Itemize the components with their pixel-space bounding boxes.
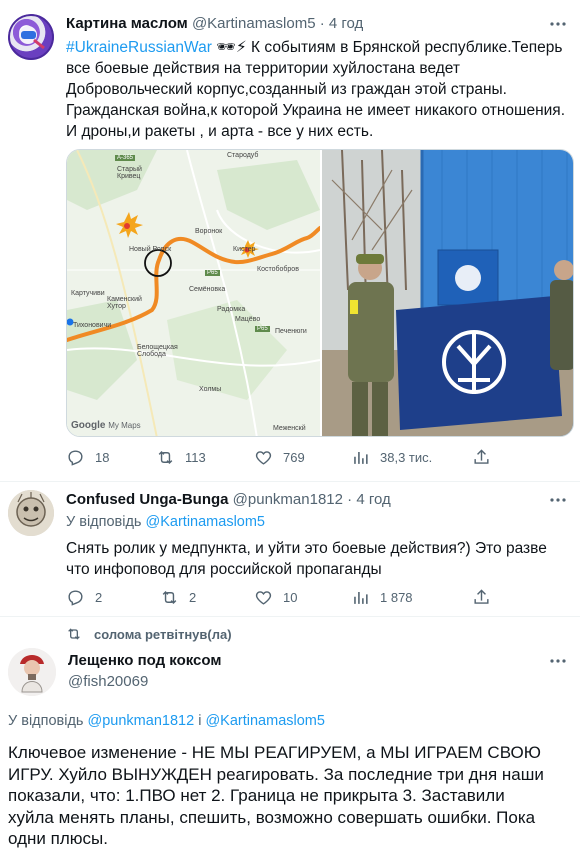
display-name[interactable]: Картина маслом bbox=[66, 15, 188, 32]
timestamp[interactable]: 4 год bbox=[356, 491, 390, 508]
view-count: 38,3 тис. bbox=[380, 450, 433, 465]
road-label: P65 bbox=[255, 326, 270, 332]
reply-count: 18 bbox=[95, 450, 110, 465]
timestamp[interactable]: 4 год bbox=[329, 15, 363, 32]
map-town-label: Стародуб bbox=[227, 152, 259, 159]
tweet-text: #UkraineRussianWar 🕶⚡ К событиям в Брянс… bbox=[66, 37, 571, 142]
tweet-1[interactable]: Картина маслом @Kartinamaslom5 · 4 год #… bbox=[0, 0, 580, 482]
avatar[interactable] bbox=[8, 490, 54, 536]
more-icon[interactable] bbox=[548, 14, 568, 34]
avatar[interactable] bbox=[8, 648, 56, 696]
handle[interactable]: @punkman1812 bbox=[233, 491, 343, 508]
handle[interactable]: @fish20069 bbox=[68, 673, 148, 690]
map-town-label: Радомка bbox=[217, 306, 246, 313]
reply-to-link[interactable]: @Kartinamaslom5 bbox=[205, 713, 324, 729]
heart-icon bbox=[255, 591, 272, 605]
handle[interactable]: @Kartinamaslom5 bbox=[192, 15, 316, 32]
map-image[interactable]: Стародуб Старый Кривец Воронок Новый Роп… bbox=[67, 150, 320, 436]
map-town-label: Меженскй bbox=[273, 425, 306, 432]
map-town-label: Холмы bbox=[199, 386, 222, 393]
media-grid[interactable]: Стародуб Старый Кривец Воронок Новый Роп… bbox=[66, 149, 574, 437]
road-label: A-365 bbox=[115, 155, 136, 161]
views-chart-icon bbox=[354, 591, 368, 604]
like-button[interactable]: 10 bbox=[254, 588, 297, 607]
like-count: 769 bbox=[283, 450, 305, 465]
map-town-label: Кистер bbox=[233, 246, 256, 253]
reply-context: У відповідь @Kartinamaslom5 bbox=[66, 514, 265, 530]
display-name[interactable]: Confused Unga-Bunga bbox=[66, 491, 229, 508]
retweet-note-text[interactable]: солома ретвітнув(ла) bbox=[94, 627, 232, 642]
views-chart-icon bbox=[354, 451, 368, 464]
more-icon[interactable] bbox=[548, 490, 568, 510]
reply-to-link[interactable]: @Kartinamaslom5 bbox=[146, 514, 265, 530]
avatar-art-icon bbox=[8, 648, 56, 696]
map-town-label: Костобобров bbox=[257, 266, 299, 273]
view-count: 1 878 bbox=[380, 590, 413, 605]
retweet-icon bbox=[158, 450, 173, 465]
tweet-3[interactable]: солома ретвітнув(ла) Лещенко под коксом … bbox=[0, 617, 580, 851]
tweet-actions: 18 113 769 38,3 тис. bbox=[66, 448, 566, 470]
tweet-header: Confused Unga-Bunga @punkman1812 · 4 год bbox=[66, 491, 391, 508]
reply-button[interactable]: 2 bbox=[66, 588, 102, 607]
map-town-label: Семёновка bbox=[189, 286, 226, 293]
share-button[interactable] bbox=[472, 588, 501, 607]
tweet-header: Картина маслом @Kartinamaslom5 · 4 год bbox=[66, 15, 364, 32]
hashtag-link[interactable]: #UkraineRussianWar bbox=[66, 39, 212, 56]
reply-to-link[interactable]: @punkman1812 bbox=[88, 713, 195, 729]
tweet-actions: 2 2 10 1 878 bbox=[66, 588, 566, 610]
map-town-label: Старый Кривец bbox=[117, 166, 142, 180]
share-icon bbox=[474, 449, 489, 464]
retweet-icon bbox=[162, 590, 177, 605]
views-button[interactable]: 1 878 bbox=[351, 588, 413, 607]
map-town-label: Печенюги bbox=[275, 328, 307, 335]
tweet-text: Снять ролик у медпункта, и уйти это боев… bbox=[66, 540, 547, 578]
reply-icon bbox=[68, 590, 83, 606]
map-town-label: Каменский Хутор bbox=[107, 296, 142, 310]
like-count: 10 bbox=[283, 590, 298, 605]
avatar[interactable] bbox=[8, 14, 54, 60]
retweet-icon bbox=[68, 628, 80, 640]
map-town-label: Картучиви bbox=[71, 290, 105, 297]
reply-context: У відповідь @punkman1812 і @Kartinamaslo… bbox=[8, 713, 325, 729]
retweet-button[interactable]: 113 bbox=[156, 448, 206, 467]
map-town-label: Мацёво bbox=[235, 316, 261, 323]
share-button[interactable] bbox=[472, 448, 501, 467]
views-button[interactable]: 38,3 тис. bbox=[351, 448, 432, 467]
display-name[interactable]: Лещенко под коксом bbox=[68, 652, 221, 669]
road-label: P65 bbox=[205, 270, 220, 276]
retweet-count: 113 bbox=[185, 450, 206, 465]
emoji: 🕶⚡ bbox=[216, 39, 247, 56]
google-logo: Google My Maps bbox=[71, 420, 141, 431]
reply-count: 2 bbox=[95, 590, 103, 605]
retweet-note: солома ретвітнув(ла) bbox=[66, 626, 232, 642]
tweet-text: Ключевое изменение - НЕ МЫ РЕАГИРУЕМ, а … bbox=[8, 743, 544, 848]
map-town-label: Тихоновичи bbox=[73, 322, 112, 329]
map-town-label: Белощецкая Слобода bbox=[137, 344, 178, 358]
more-icon[interactable] bbox=[548, 651, 568, 671]
tweet-2[interactable]: Confused Unga-Bunga @punkman1812 · 4 год… bbox=[0, 482, 580, 616]
reply-button[interactable]: 18 bbox=[66, 448, 109, 467]
soldiers-photo bbox=[322, 150, 573, 436]
map-town-label: Воронок bbox=[195, 228, 223, 235]
heart-icon bbox=[255, 451, 272, 465]
retweet-count: 2 bbox=[189, 590, 197, 605]
map-town-label: Новый Ропск bbox=[129, 246, 172, 253]
avatar-art-icon bbox=[8, 14, 54, 60]
like-button[interactable]: 769 bbox=[254, 448, 305, 467]
avatar-art-icon bbox=[8, 490, 54, 536]
retweet-button[interactable]: 2 bbox=[160, 588, 196, 607]
share-icon bbox=[474, 589, 489, 604]
reply-icon bbox=[68, 450, 83, 466]
photo-image[interactable] bbox=[322, 150, 573, 436]
